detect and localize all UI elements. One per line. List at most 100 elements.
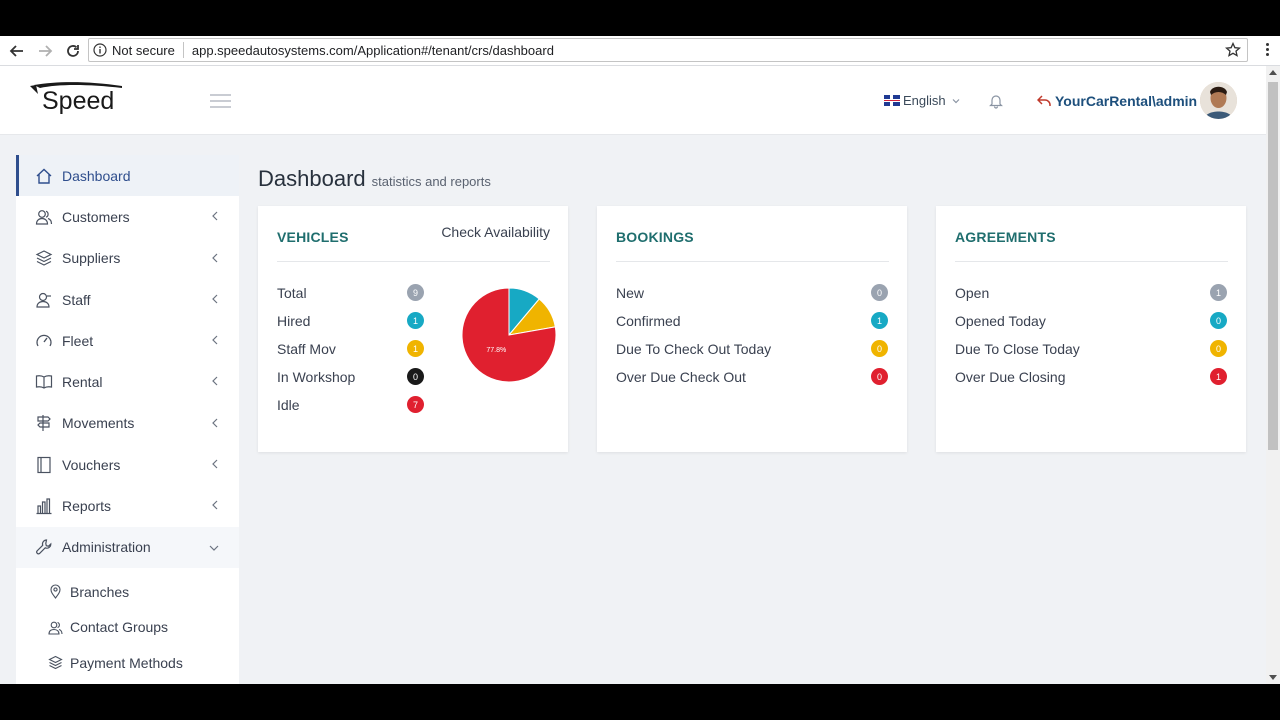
sidebar-subitem-label: Contact Groups [70, 619, 169, 636]
card-header: BOOKINGS [616, 228, 889, 262]
stat-row[interactable]: Due To Close Today [955, 339, 1080, 359]
arrow-left-icon [9, 44, 23, 57]
speed-logo[interactable]: Speed [28, 80, 128, 116]
chevron-left-icon [212, 500, 218, 510]
stat-row[interactable]: Due To Check Out Today [616, 339, 771, 359]
layers-icon [35, 250, 53, 266]
address-bar[interactable]: Not secure app.speedautosystems.com/Appl… [88, 38, 1248, 62]
sidebar-item-reports[interactable]: Reports [16, 485, 239, 526]
browser-menu-icon[interactable] [1266, 43, 1270, 59]
stat-row[interactable]: Confirmed [616, 311, 681, 331]
top-black-bar [0, 0, 1280, 36]
home-icon [36, 168, 52, 184]
bookmark-star-icon[interactable] [1225, 42, 1241, 58]
sidebar-subitem-branches[interactable]: Branches [16, 574, 239, 610]
stat-row[interactable]: Opened Today [955, 311, 1046, 331]
arrow-right-icon [39, 44, 53, 57]
stat-label: In Workshop [277, 369, 356, 385]
info-icon [93, 43, 107, 57]
stat-label: Hired [277, 313, 311, 329]
reload-icon [67, 44, 79, 57]
page-scrollbar[interactable] [1266, 66, 1280, 684]
stat-row[interactable]: Idle [277, 395, 300, 415]
scroll-thumb[interactable] [1268, 82, 1278, 450]
reload-button[interactable] [60, 38, 86, 64]
sidebar-item-fleet[interactable]: Fleet [16, 320, 239, 361]
card-header: VEHICLES Check Availability [277, 224, 550, 262]
sidebar-item-movements[interactable]: Movements [16, 403, 239, 444]
signpost-icon [37, 415, 51, 432]
stat-label: Idle [277, 397, 300, 413]
chevron-down-icon [209, 545, 219, 551]
sidebar-item-dashboard[interactable]: Dashboard [16, 155, 239, 197]
back-button[interactable] [4, 38, 30, 64]
stat-row[interactable]: New [616, 283, 644, 303]
forward-button[interactable] [32, 38, 58, 64]
pie-data-label: 77.8% [486, 347, 506, 354]
stat-label: Over Due Closing [955, 369, 1066, 385]
vehicles-card: VEHICLES Check Availability Total 9 Hired 1… [258, 206, 568, 452]
site-info[interactable]: Not secure [89, 42, 184, 58]
avatar[interactable] [1200, 82, 1237, 119]
stat-row[interactable]: Over Due Check Out [616, 367, 746, 387]
sidebar-item-staff[interactable]: Staff [16, 279, 239, 320]
chevron-down-icon [952, 98, 960, 103]
stat-label: Total [277, 285, 307, 301]
browser-toolbar: Not secure app.speedautosystems.com/Appl… [0, 36, 1280, 66]
app-header: Speed English YourCarRental\admin [0, 66, 1266, 135]
bell-icon[interactable] [988, 93, 1004, 109]
uk-flag-icon [884, 95, 900, 106]
count-badge: 0 [871, 340, 888, 357]
count-badge: 0 [871, 368, 888, 385]
stat-row[interactable]: Total [277, 283, 307, 303]
user-name: YourCarRental\admin [1055, 93, 1198, 109]
wrench-icon [36, 539, 52, 555]
stat-row[interactable]: Hired [277, 311, 310, 331]
chevron-left-icon [212, 377, 218, 386]
count-badge: 0 [407, 368, 424, 385]
bookings-card: BOOKINGS New 0 Confirmed 1 Due To Check Out … [597, 206, 907, 452]
language-selector[interactable]: English [884, 93, 960, 108]
stat-label: Confirmed [616, 313, 681, 329]
sidebar-item-administration[interactable]: Administration [16, 526, 239, 568]
stat-row[interactable]: In Workshop [277, 367, 355, 387]
scroll-down-arrow-icon[interactable] [1269, 675, 1277, 680]
stat-row[interactable]: Open [955, 283, 989, 303]
notebook-icon [37, 456, 51, 473]
check-availability-link[interactable]: Check Availability [441, 224, 550, 240]
security-label: Not secure [112, 42, 175, 58]
sidebar-item-customers[interactable]: Customers [16, 196, 239, 237]
sidebar-item-label: Fleet [62, 332, 94, 349]
scroll-up-arrow-icon[interactable] [1269, 70, 1277, 75]
sidebar-item-vouchers[interactable]: Vouchers [16, 444, 239, 485]
sidebar-subitem-payment-methods[interactable]: Payment Methods [16, 645, 239, 681]
sidebar: Dashboard Customers Suppliers Staff Flee… [16, 155, 239, 684]
count-badge: 0 [1210, 340, 1227, 357]
card-title: BOOKINGS [616, 229, 694, 245]
stat-label: New [616, 285, 645, 301]
sidebar-item-label: Rental [62, 374, 103, 391]
chevron-left-icon [212, 418, 218, 428]
sidebar-item-label: Suppliers [62, 250, 121, 267]
page-title: Dashboard statistics and reports [258, 166, 491, 192]
chevron-left-icon [212, 294, 218, 304]
count-badge: 1 [407, 312, 424, 329]
user-icon [36, 292, 51, 308]
bar-chart-icon [36, 498, 52, 515]
logo-text: Speed [42, 87, 114, 115]
stat-label: Staff Mov [277, 341, 336, 357]
sidebar-item-rental[interactable]: Rental [16, 361, 239, 402]
sidebar-item-label: Staff [62, 291, 91, 308]
stat-label: Open [955, 285, 990, 301]
sidebar-subitem-contact-groups[interactable]: Contact Groups [16, 610, 239, 646]
stat-label: Due To Check Out Today [616, 341, 772, 357]
user-menu[interactable]: YourCarRental\admin [1037, 93, 1197, 109]
chevron-left-icon [212, 211, 218, 221]
stat-row[interactable]: Staff Mov [277, 339, 336, 359]
sidebar-subitem-label: Branches [70, 583, 130, 600]
stat-row[interactable]: Over Due Closing [955, 367, 1066, 387]
sidebar-item-suppliers[interactable]: Suppliers [16, 238, 239, 279]
menu-toggle-icon[interactable] [210, 94, 231, 108]
count-badge: 0 [1210, 312, 1227, 329]
bottom-black-bar [0, 684, 1280, 720]
